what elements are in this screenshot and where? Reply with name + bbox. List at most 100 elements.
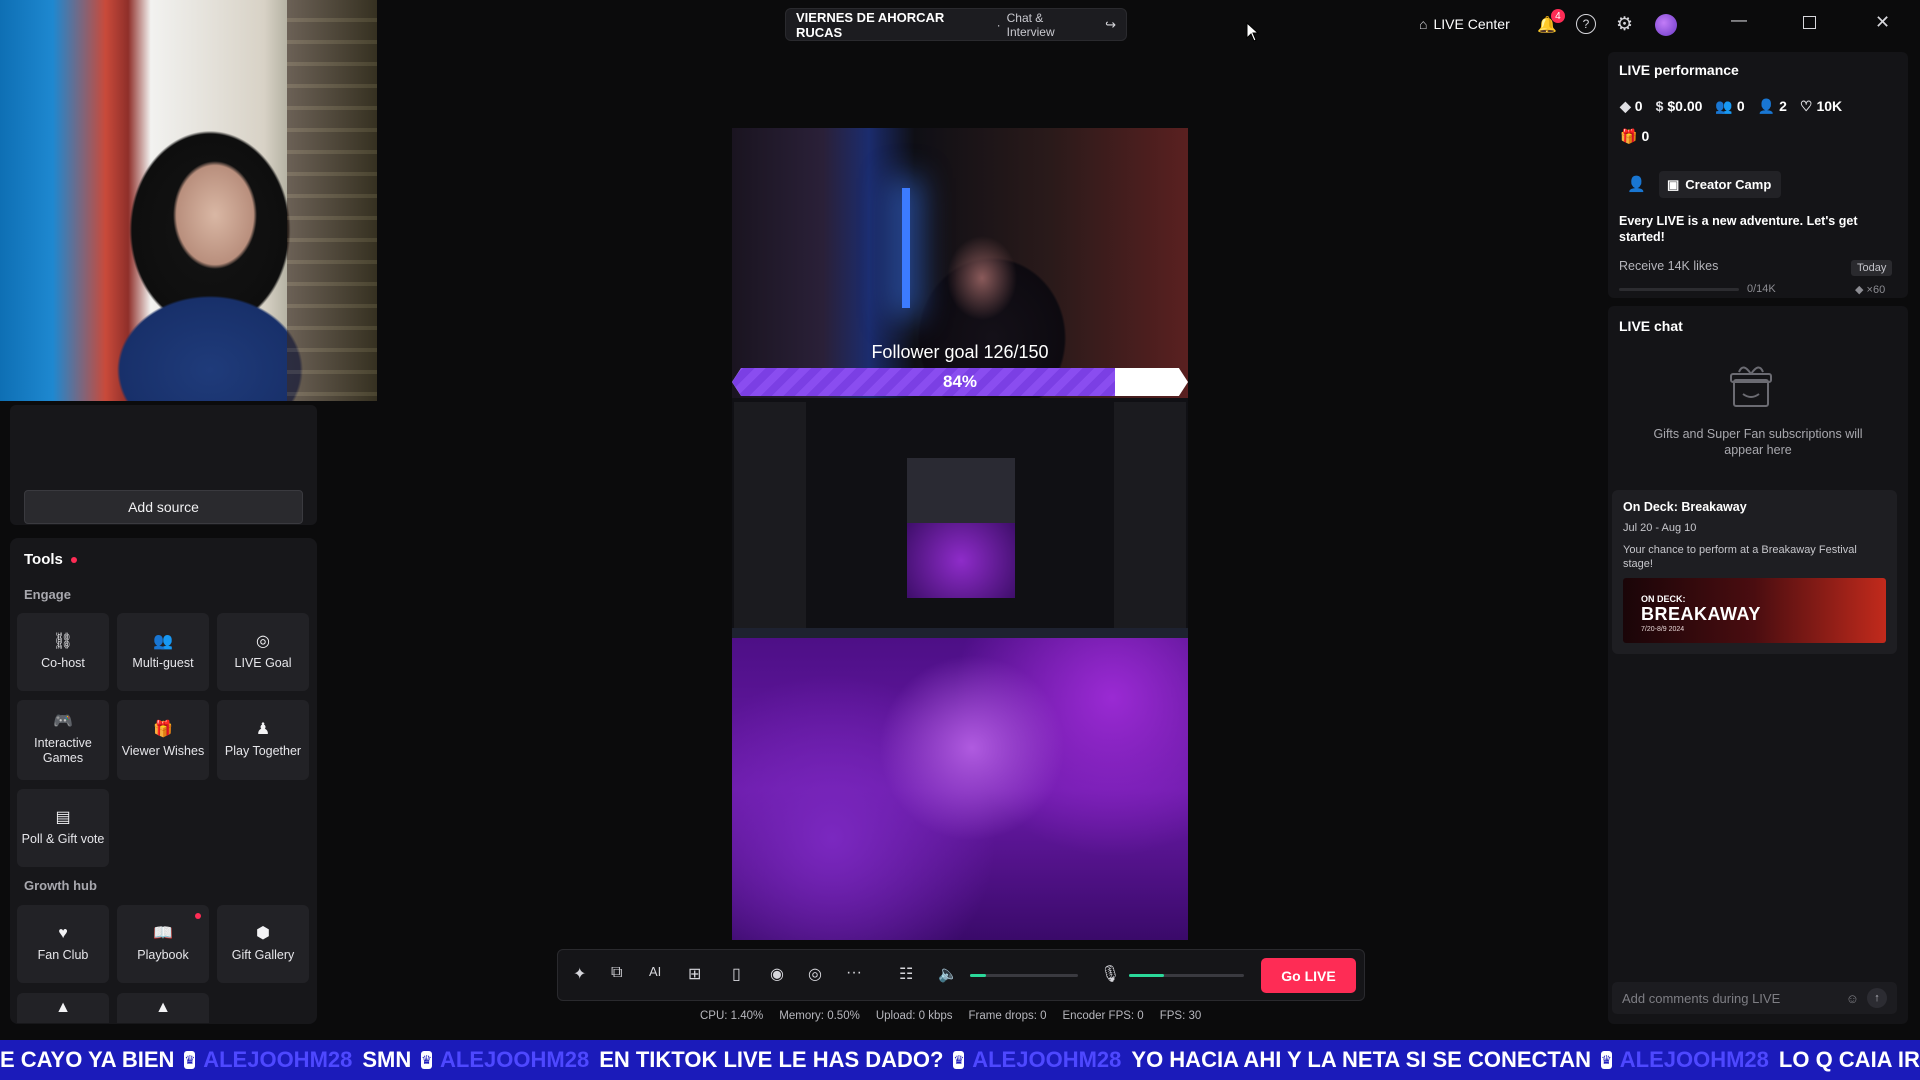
minimize-icon[interactable]: —	[1731, 12, 1747, 30]
mic-volume-fill	[1129, 974, 1164, 977]
share-icon[interactable]: ↪	[1105, 17, 1116, 33]
ticker-user: ALEJOOHM28	[972, 1047, 1122, 1072]
speaker-volume-slider[interactable]	[970, 974, 1078, 977]
tool-viewer-wishes[interactable]: 🎁 Viewer Wishes	[117, 700, 209, 780]
mic-volume-slider[interactable]	[1129, 974, 1244, 977]
camera-switch-icon[interactable]: ◎	[808, 964, 822, 984]
notification-count: 4	[1550, 9, 1565, 23]
heart-icon: ♡	[1799, 98, 1813, 114]
tool-live-goal[interactable]: ◎ LIVE Goal	[217, 613, 309, 691]
ticker-message: SMN	[362, 1047, 412, 1072]
mouse-cursor-icon	[1246, 22, 1260, 42]
gallery-icon: ⬢	[256, 924, 270, 942]
magic-wand-icon[interactable]: ✦	[573, 964, 586, 984]
stream-preview[interactable]: Follower goal 126/150 84%	[732, 128, 1188, 940]
ticker-message: E CAYO YA BIEN	[0, 1047, 175, 1072]
live-chat-title: LIVE chat	[1619, 318, 1683, 334]
close-icon[interactable]: ✕	[1875, 12, 1890, 33]
tool-play-together[interactable]: ♟ Play Together	[217, 700, 309, 780]
banner-small-text: ON DECK:	[1641, 594, 1686, 604]
screen-capture-right-panel	[1114, 402, 1186, 632]
chat-empty-text: Gifts and Super Fan subscriptions will a…	[1653, 427, 1863, 457]
stream-title-pill[interactable]: VIERNES DE AHORCAR RUCAS · Chat & Interv…	[785, 8, 1127, 41]
live-performance-title: LIVE performance	[1619, 62, 1739, 78]
on-deck-dates: Jul 20 - Aug 10	[1623, 522, 1697, 534]
banner-dates: 7/20-8/9 2024	[1641, 626, 1685, 633]
tool-co-host[interactable]: ⛓ Co-host	[17, 613, 109, 691]
go-live-button[interactable]: Go LIVE	[1261, 958, 1356, 993]
tool-label: Gift Gallery	[231, 947, 295, 962]
effects-icon[interactable]: ⧉	[611, 964, 622, 982]
screen-capture	[732, 398, 1188, 638]
tools-notification-dot	[70, 556, 77, 563]
add-scene-icon[interactable]: ⊞	[688, 964, 701, 984]
creator-camp-button[interactable]: ▣ Creator Camp	[1659, 171, 1781, 198]
thumbs-up-icon: ▲	[155, 999, 171, 1016]
notifications-button[interactable]: 🔔 4	[1537, 9, 1565, 35]
ticker-user: ALEJOOHM28	[203, 1047, 353, 1072]
gift-icon: 🎁	[153, 720, 173, 738]
tool-poll-gift-vote[interactable]: ▤ Poll & Gift vote	[17, 789, 109, 867]
ticker-message: LO Q CAIA IRL	[1778, 1047, 1920, 1072]
performance-metrics: ◆ 0 $ $0.00 👥 0 👤 2 ♡ 10K	[1620, 98, 1842, 115]
tool-playbook[interactable]: 📖 Playbook	[117, 905, 209, 983]
follower-icon: 👤	[1757, 98, 1776, 114]
tool-gift-gallery[interactable]: ⬢ Gift Gallery	[217, 905, 309, 983]
diamonds-metric: ◆ 0	[1620, 98, 1643, 114]
on-deck-title: On Deck: Breakaway	[1623, 500, 1747, 514]
speaker-icon[interactable]: 🔈	[938, 964, 958, 984]
tool-partial-2[interactable]: ▲	[117, 993, 209, 1023]
upload-stat: Upload: 0 kbps	[875, 1010, 953, 1022]
crown-icon: ♛	[1600, 1051, 1612, 1069]
comment-placeholder: Add comments during LIVE	[1622, 990, 1781, 1006]
engage-label: Engage	[24, 587, 71, 602]
vertical-layout-icon[interactable]: ▯	[732, 964, 741, 984]
tool-multi-guest[interactable]: 👥 Multi-guest	[117, 613, 209, 691]
add-friend-icon[interactable]: 👤	[1627, 175, 1646, 193]
tool-label: LIVE Goal	[234, 655, 292, 670]
book-icon: ▣	[1667, 176, 1680, 192]
tool-fan-club[interactable]: ♥ Fan Club	[17, 905, 109, 983]
record-icon[interactable]: ◉	[770, 964, 784, 984]
dollar-icon: $	[1655, 98, 1664, 114]
microphone-icon[interactable]: 🎙	[1100, 964, 1120, 984]
reward-icon: ◆	[1855, 284, 1864, 296]
avatar[interactable]	[1655, 14, 1677, 36]
heart-icon: ♥	[58, 924, 68, 942]
add-source-button[interactable]: Add source	[24, 490, 303, 524]
gamepad-icon: 🎮	[53, 713, 73, 730]
crown-icon: ♛	[184, 1051, 196, 1069]
gamepad-icon: ▲	[55, 999, 71, 1016]
help-icon[interactable]: ?	[1576, 14, 1596, 34]
comment-input[interactable]: Add comments during LIVE ☺ ↑	[1612, 982, 1897, 1014]
likes-task: Receive 14K likes	[1619, 259, 1719, 273]
ticker-user: ALEJOOHM28	[1619, 1047, 1769, 1072]
task-when-badge: Today	[1851, 260, 1893, 276]
send-icon[interactable]: ↑	[1867, 988, 1887, 1008]
bookshelf	[287, 0, 377, 401]
maximize-icon[interactable]	[1803, 16, 1816, 29]
blue-light	[902, 188, 910, 308]
stream-category: Chat & Interview	[1006, 10, 1055, 39]
emoji-icon[interactable]: ☺	[1846, 991, 1859, 1006]
comment-actions: ☺ ↑	[1846, 988, 1887, 1008]
tool-label: Fan Club	[37, 947, 89, 962]
diamond-icon: ◆	[1620, 98, 1631, 114]
audio-mixer-icon[interactable]: ☷	[899, 964, 913, 984]
tool-interactive-games[interactable]: 🎮 Interactive Games	[17, 700, 109, 780]
screen-capture-taskbar	[732, 628, 1188, 638]
new-followers-metric: 👤 2	[1757, 98, 1787, 114]
more-icon[interactable]: ···	[846, 964, 862, 982]
chat-ticker: E CAYO YA BIEN ♛ ALEJOOHM28 SMN ♛ ALEJOO…	[0, 1040, 1920, 1080]
settings-icon[interactable]: ⚙	[1616, 13, 1633, 36]
control-bar: ✦ ⧉ AI ⊞ ▯ ◉ ◎ ··· ☷ 🔈 🎙 Go LIVE	[557, 949, 1365, 1001]
banner-title: BREAKAWAY	[1641, 604, 1761, 624]
breakaway-banner[interactable]: ON DECK: BREAKAWAY 7/20-8/9 2024	[1623, 578, 1886, 643]
ai-icon[interactable]: AI	[649, 964, 661, 979]
live-chat-panel	[1608, 306, 1908, 1024]
live-center-button[interactable]: ⌂ LIVE Center	[1419, 16, 1510, 32]
tool-partial-1[interactable]: ▲	[17, 993, 109, 1023]
frame-drops-stat: Frame drops: 0	[968, 1010, 1047, 1022]
memory-stat: Memory: 0.50%	[779, 1010, 860, 1022]
likes-task-progress-label: 0/14K	[1747, 283, 1776, 295]
